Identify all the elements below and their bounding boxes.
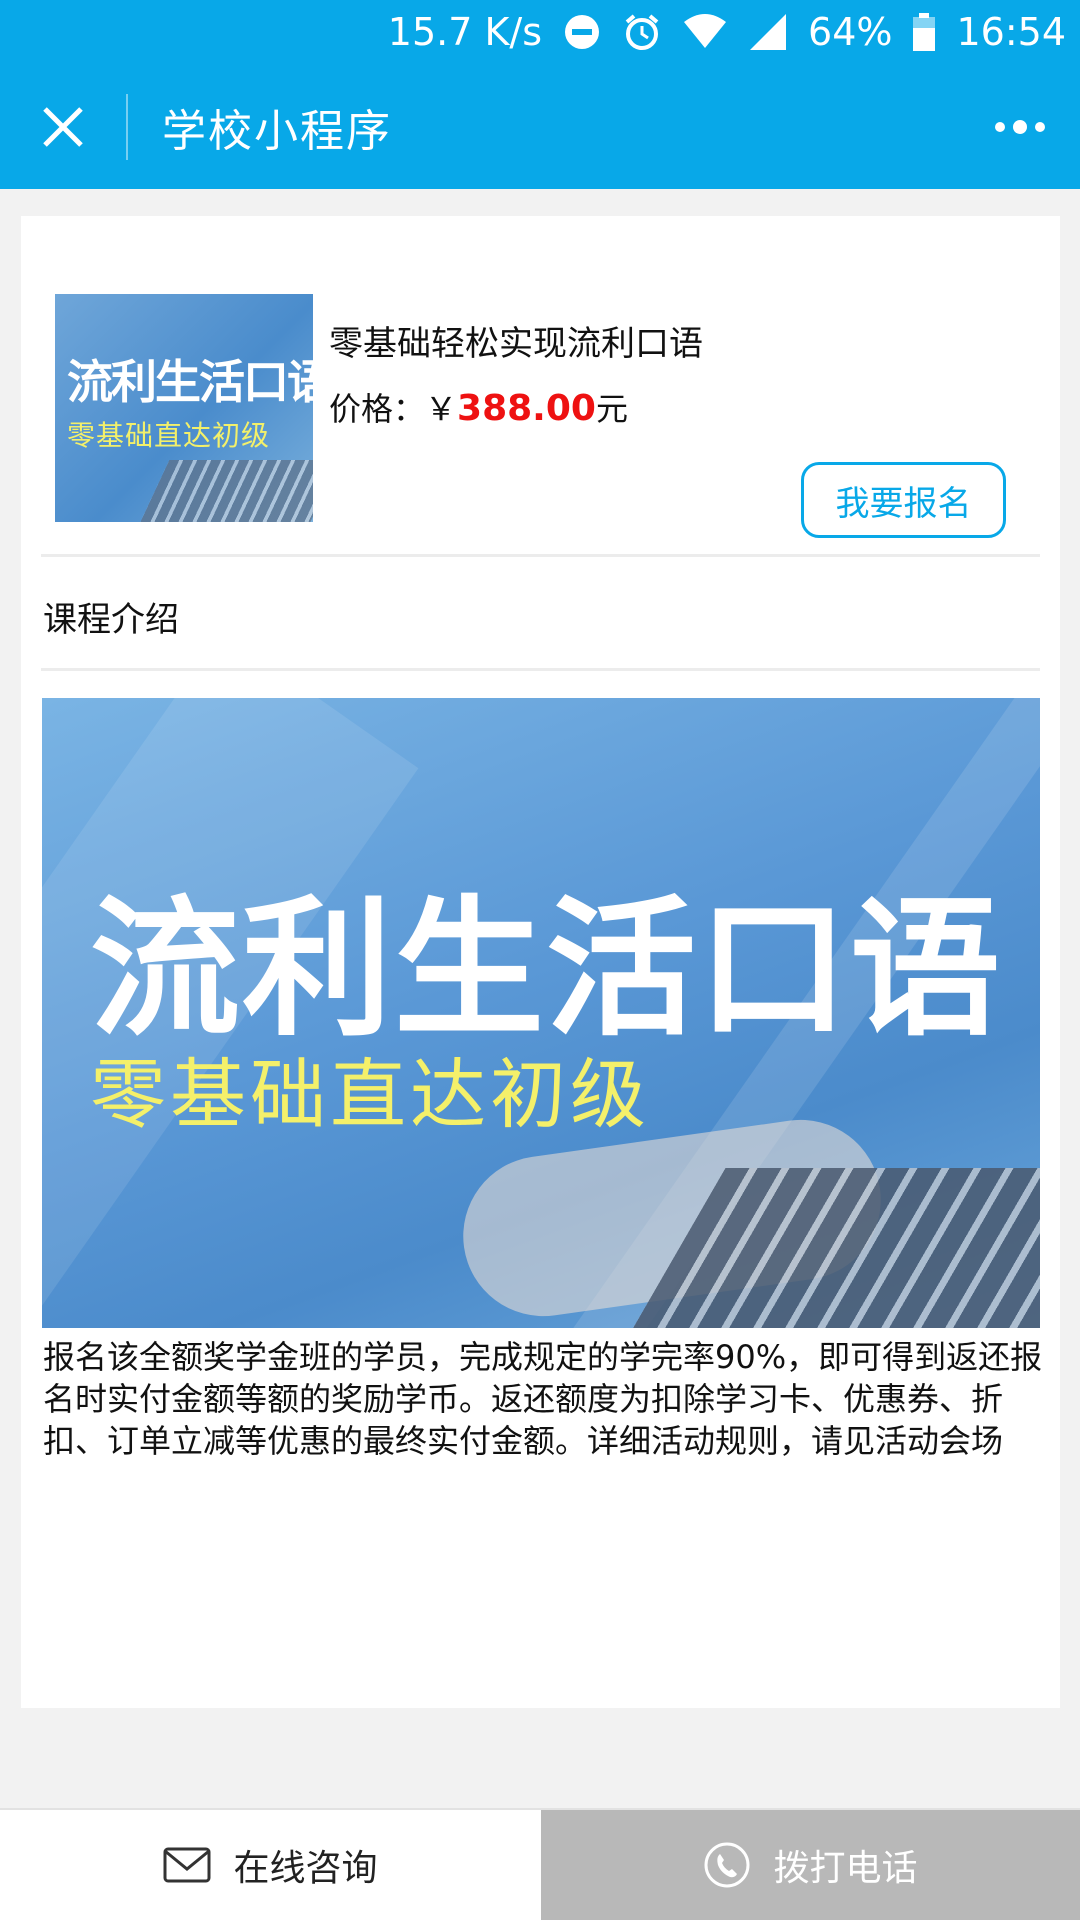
wifi-icon xyxy=(682,12,728,52)
battery-icon xyxy=(912,12,936,52)
price-unit: 元 xyxy=(595,390,628,428)
close-icon xyxy=(43,106,83,147)
thumb-subtitle: 零基础直达初级 xyxy=(67,419,271,452)
intro-heading: 课程介绍 xyxy=(43,600,179,640)
consult-button[interactable]: 在线咨询 xyxy=(0,1810,541,1920)
status-bar: 15.7 K/s 64% 16:54 xyxy=(0,0,1080,64)
clock: 16:54 xyxy=(956,10,1066,54)
laptop-graphic xyxy=(136,460,313,522)
consult-label: 在线咨询 xyxy=(233,1848,378,1889)
course-card: 流利生活口语 零基础直达初级 零基础轻松实现流利口语 价格：￥388.00元 我… xyxy=(21,216,1060,1708)
price-label: 价格：￥ xyxy=(329,390,458,428)
divider xyxy=(41,554,1040,557)
dnd-icon xyxy=(562,12,602,52)
price-value: 388.00 xyxy=(457,388,596,429)
course-banner: 流利生活口语 零基础直达初级 xyxy=(42,698,1040,1328)
call-button[interactable]: 拨打电话 xyxy=(541,1810,1080,1920)
course-description: 报名该全额奖学金班的学员，完成规定的学完率90%，即可得到返还报名时实付金额等额… xyxy=(43,1338,1043,1460)
network-speed: 15.7 K/s xyxy=(387,10,543,54)
title-bar: 学校小程序 xyxy=(0,64,1080,189)
bottom-action-bar: 在线咨询 拨打电话 xyxy=(0,1808,1080,1920)
page-title: 学校小程序 xyxy=(162,105,392,157)
thumb-title: 流利生活口语 xyxy=(67,355,313,409)
alarm-icon xyxy=(622,12,662,52)
course-title: 零基础轻松实现流利口语 xyxy=(329,324,703,364)
signup-button[interactable]: 我要报名 xyxy=(801,462,1006,538)
banner-subtitle: 零基础直达初级 xyxy=(90,1050,650,1139)
call-label: 拨打电话 xyxy=(773,1848,918,1889)
more-button[interactable] xyxy=(990,94,1050,160)
phone-icon xyxy=(704,1842,750,1888)
course-thumbnail[interactable]: 流利生活口语 零基础直达初级 xyxy=(55,294,313,522)
signal-icon xyxy=(748,12,788,52)
price-row: 价格：￥388.00元 xyxy=(329,384,628,430)
more-icon xyxy=(995,120,1045,134)
close-button[interactable] xyxy=(0,64,126,189)
divider xyxy=(41,668,1040,671)
title-divider xyxy=(126,93,128,160)
course-header: 流利生活口语 零基础直达初级 零基础轻松实现流利口语 价格：￥388.00元 我… xyxy=(21,216,1060,556)
battery-level: 64% xyxy=(808,10,893,54)
mail-icon xyxy=(163,1847,211,1883)
